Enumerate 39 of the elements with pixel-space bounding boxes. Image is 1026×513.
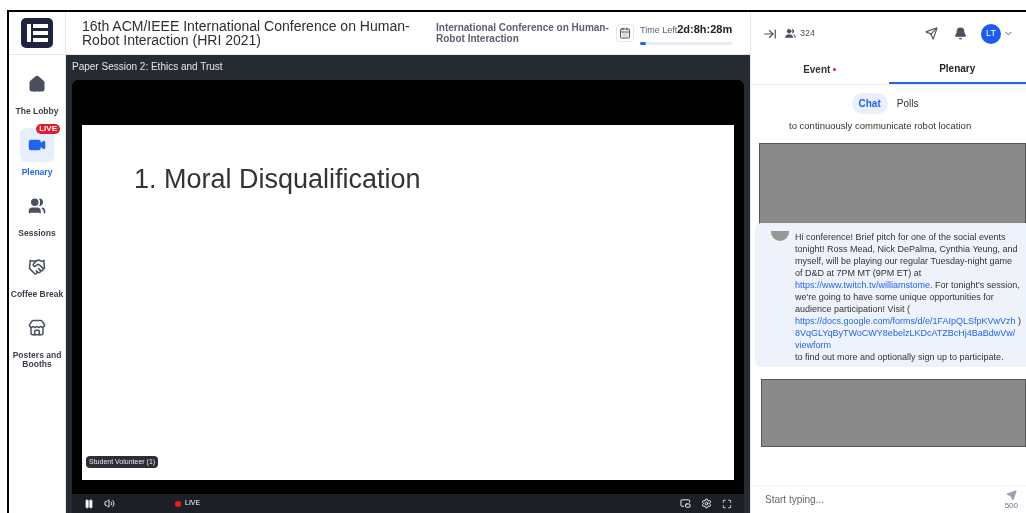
attendee-count: 324 (800, 26, 816, 40)
logo-icon (20, 17, 54, 49)
send-icon[interactable] (925, 27, 938, 40)
user-avatar[interactable]: LT (981, 23, 1001, 44)
people-icon (785, 28, 796, 39)
notification-icon[interactable] (954, 27, 967, 40)
sidebar-item[interactable]: LIVE Plenary (9, 126, 65, 179)
calendar-icon[interactable] (619, 27, 631, 39)
picture-in-picture-icon[interactable] (680, 498, 691, 509)
conference-title: 16th ACM/IEEE International Conference on Human-Robot Interaction (HRI 2021) (82, 19, 411, 47)
sidebar-item[interactable]: Sessions (9, 187, 65, 240)
chat-subtab[interactable]: Polls (889, 93, 926, 114)
message-link[interactable]: https://docs.google.com/forms/d/e/1FAIpQLSfpKVwVzh8VqGLYqByTWoCWY8ebelzLKDcATZBcHj4BaBdwVw/viewform (795, 315, 1018, 351)
panel-tab[interactable]: Event (751, 55, 889, 84)
sidebar-item[interactable]: The Lobby (9, 65, 65, 118)
chat-subtab[interactable]: Chat (851, 93, 888, 114)
chat-message: Hi conference! Brief pitch for one of the social events tonight! Ross Mead, Nick DePalma, Cynthia Yeung, and myself, will be playing our regular Tuesday-night game of D&D at 7PM MT (9PM ET) at https://www.twitch.tv/williamstome. For tonight's session, we're going to have some unique opportunities for audience participation! Visit ( https://docs.google.com/forms/d/e/1FAIpQLSfpKVwVzh8VqGLYqByTWoCWY8ebelzLKDcATZBcHj4BaBdwVw/viewform ) to find out more and optionally sign up to participate. (795, 231, 1022, 363)
fullscreen-icon[interactable] (722, 498, 732, 509)
handshake-icon (28, 258, 46, 276)
sidebar-item[interactable]: Coffee Break (9, 248, 65, 301)
chat-message: to continuously communicate robot location (788, 120, 973, 132)
time-left-value: 2d:8h:28m (677, 22, 733, 38)
pause-icon[interactable] (84, 498, 94, 509)
slide-title: 1. Moral Disqualification (134, 164, 421, 194)
booth-icon (28, 319, 46, 337)
settings-icon[interactable] (701, 498, 712, 509)
volume-icon[interactable] (104, 498, 115, 509)
people-icon (28, 197, 46, 215)
time-left-label: Time Left (640, 24, 678, 38)
collapse-icon[interactable] (763, 26, 777, 41)
sidebar-item[interactable]: Posters and Booths (9, 309, 65, 371)
event-name: International Conference on Human-Robot Interaction (436, 22, 610, 44)
live-badge: LIVE (36, 124, 60, 134)
message-input[interactable]: Start typing... (765, 492, 1005, 507)
session-title: Paper Session 2: Ethics and Trust (72, 59, 224, 74)
sender-avatar (771, 231, 789, 241)
character-limit: 500 (1004, 500, 1018, 510)
home-icon (28, 75, 46, 93)
panel-tab[interactable]: Plenary (888, 55, 1026, 84)
